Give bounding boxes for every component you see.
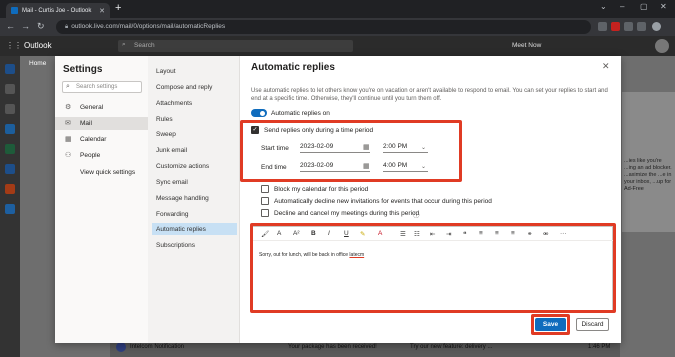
onedrive-app-icon[interactable]: [5, 204, 15, 214]
automatic-replies-panel: Automatic replies ✕ Use automatic replie…: [240, 56, 621, 343]
settings-dialog: Settings ⌕ Search settings ⚙ General ✉ M…: [55, 56, 621, 343]
highlight-box-editor: [250, 223, 616, 313]
subcategory-layout[interactable]: Layout: [152, 65, 237, 77]
message-subject: Your package has been received!: [288, 344, 377, 350]
forward-icon[interactable]: →: [21, 21, 30, 31]
subcategory-compose[interactable]: Compose and reply: [152, 81, 237, 93]
decline-cancel-checkbox[interactable]: [261, 209, 269, 217]
settings-title: Settings: [63, 64, 103, 75]
extension-icon[interactable]: [598, 22, 607, 31]
category-mail[interactable]: ✉ Mail: [55, 117, 148, 130]
home-tab[interactable]: Home: [29, 60, 46, 67]
meet-now-button[interactable]: Meet Now: [512, 42, 541, 49]
sender-name: Intelcom Notification: [130, 344, 185, 350]
automatic-replies-toggle[interactable]: [251, 109, 267, 117]
view-quick-settings-link[interactable]: View quick settings: [55, 166, 148, 179]
decline-cancel-label: Decline and cancel my meetings during th…: [274, 210, 420, 217]
mail-subcategories-pane: Layout Compose and reply Attachments Rul…: [148, 56, 240, 343]
minimize-icon[interactable]: –: [620, 2, 624, 11]
category-people[interactable]: ⚇ People: [55, 149, 148, 162]
browser-tab-bar: Mail - Curtis Joe - Outlook ✕ + ⌄ – ▢ ✕: [0, 0, 675, 18]
tab-title: Mail - Curtis Joe - Outlook: [22, 7, 92, 14]
mail-icon: ✉: [65, 120, 71, 127]
back-icon[interactable]: ←: [6, 21, 15, 31]
url-field[interactable]: 🔒︎ outlook.live.com/mail/0/options/mail/a…: [56, 20, 591, 34]
close-window-icon[interactable]: ✕: [660, 2, 667, 11]
toggle-label: Automatic replies on: [271, 110, 330, 117]
subcategory-forwarding[interactable]: Forwarding: [152, 208, 237, 220]
sender-avatar: [116, 342, 126, 352]
search-icon: ⌕: [122, 41, 126, 48]
subcategory-rules[interactable]: Rules: [152, 113, 237, 125]
block-calendar-label: Block my calendar for this period: [274, 186, 369, 193]
outlook-header: ⋮⋮ Outlook ⌕ Search Meet Now: [0, 36, 675, 56]
maximize-icon[interactable]: ▢: [640, 2, 648, 11]
profile-avatar[interactable]: [652, 22, 661, 31]
close-tab-icon[interactable]: ✕: [99, 7, 105, 15]
browser-tab[interactable]: Mail - Curtis Joe - Outlook ✕: [6, 3, 110, 18]
highlight-box-save: [531, 314, 570, 335]
block-calendar-checkbox[interactable]: [261, 185, 269, 193]
app-launcher-icon[interactable]: ⋮⋮: [6, 41, 22, 50]
account-avatar[interactable]: [655, 39, 669, 53]
search-icon: ⌕: [66, 83, 70, 90]
calendar-app-icon[interactable]: [5, 84, 15, 94]
people-icon: ⚇: [65, 152, 72, 159]
excel-app-icon[interactable]: [5, 144, 15, 154]
outlook-app-rail: [0, 56, 20, 357]
close-icon[interactable]: ✕: [602, 61, 610, 72]
highlight-box-time-period: [240, 120, 462, 182]
subcategory-sync[interactable]: Sync email: [152, 176, 237, 188]
outlook-search-input[interactable]: ⌕ Search: [118, 40, 353, 52]
gear-icon: ⚙: [65, 104, 72, 111]
settings-search-input[interactable]: ⌕ Search settings: [62, 81, 142, 93]
subcategory-sweep[interactable]: Sweep: [152, 128, 237, 140]
calendar-icon: ▦: [65, 136, 72, 143]
category-label: People: [80, 152, 101, 159]
todo-app-icon[interactable]: [5, 124, 15, 134]
auto-decline-label: Automatically decline new invitations fo…: [274, 198, 492, 205]
info-icon[interactable]: ⓘ: [413, 209, 420, 219]
category-label: Mail: [80, 120, 92, 127]
extension-icon[interactable]: [624, 22, 633, 31]
subcategory-message-handling[interactable]: Message handling: [152, 192, 237, 204]
url-text: outlook.live.com/mail/0/options/mail/aut…: [71, 23, 226, 30]
new-tab-icon[interactable]: +: [115, 2, 121, 14]
mail-app-icon[interactable]: [5, 64, 15, 74]
ad-text: ...ies like you're ...ing an ad blocker.…: [624, 158, 672, 192]
powerpoint-app-icon[interactable]: [5, 184, 15, 194]
address-bar-row: ← → ↻ 🔒︎ outlook.live.com/mail/0/options/…: [0, 18, 675, 36]
subcategory-subscriptions[interactable]: Subscriptions: [152, 239, 237, 251]
category-calendar[interactable]: ▦ Calendar: [55, 133, 148, 146]
extension-icon[interactable]: [611, 22, 620, 31]
category-label: General: [80, 104, 104, 111]
puzzle-icon[interactable]: [637, 22, 646, 31]
reload-icon[interactable]: ↻: [37, 21, 45, 32]
settings-categories-pane: Settings ⌕ Search settings ⚙ General ✉ M…: [55, 56, 148, 343]
message-preview: Try our new feature: delivery ...: [410, 344, 493, 350]
panel-title: Automatic replies: [251, 62, 335, 73]
subcategory-junk[interactable]: Junk email: [152, 144, 237, 156]
outlook-brand: Outlook: [24, 41, 52, 50]
auto-decline-checkbox[interactable]: [261, 197, 269, 205]
word-app-icon[interactable]: [5, 164, 15, 174]
subcategory-customize-actions[interactable]: Customize actions: [152, 160, 237, 172]
outlook-search-placeholder: Search: [134, 42, 155, 49]
discard-button[interactable]: Discard: [576, 318, 609, 331]
chevron-down-icon[interactable]: ⌄: [600, 2, 607, 11]
lock-icon: 🔒︎: [65, 24, 69, 30]
category-label: Calendar: [80, 136, 107, 143]
people-app-icon[interactable]: [5, 104, 15, 114]
subcategory-automatic-replies[interactable]: Automatic replies: [152, 223, 237, 235]
subcategory-attachments[interactable]: Attachments: [152, 97, 237, 109]
settings-search-placeholder: Search settings: [76, 84, 118, 90]
outlook-favicon-icon: [11, 7, 18, 14]
panel-description: Use automatic replies to let others know…: [251, 88, 608, 102]
message-time: 1:46 PM: [588, 344, 611, 350]
category-general[interactable]: ⚙ General: [55, 101, 148, 114]
